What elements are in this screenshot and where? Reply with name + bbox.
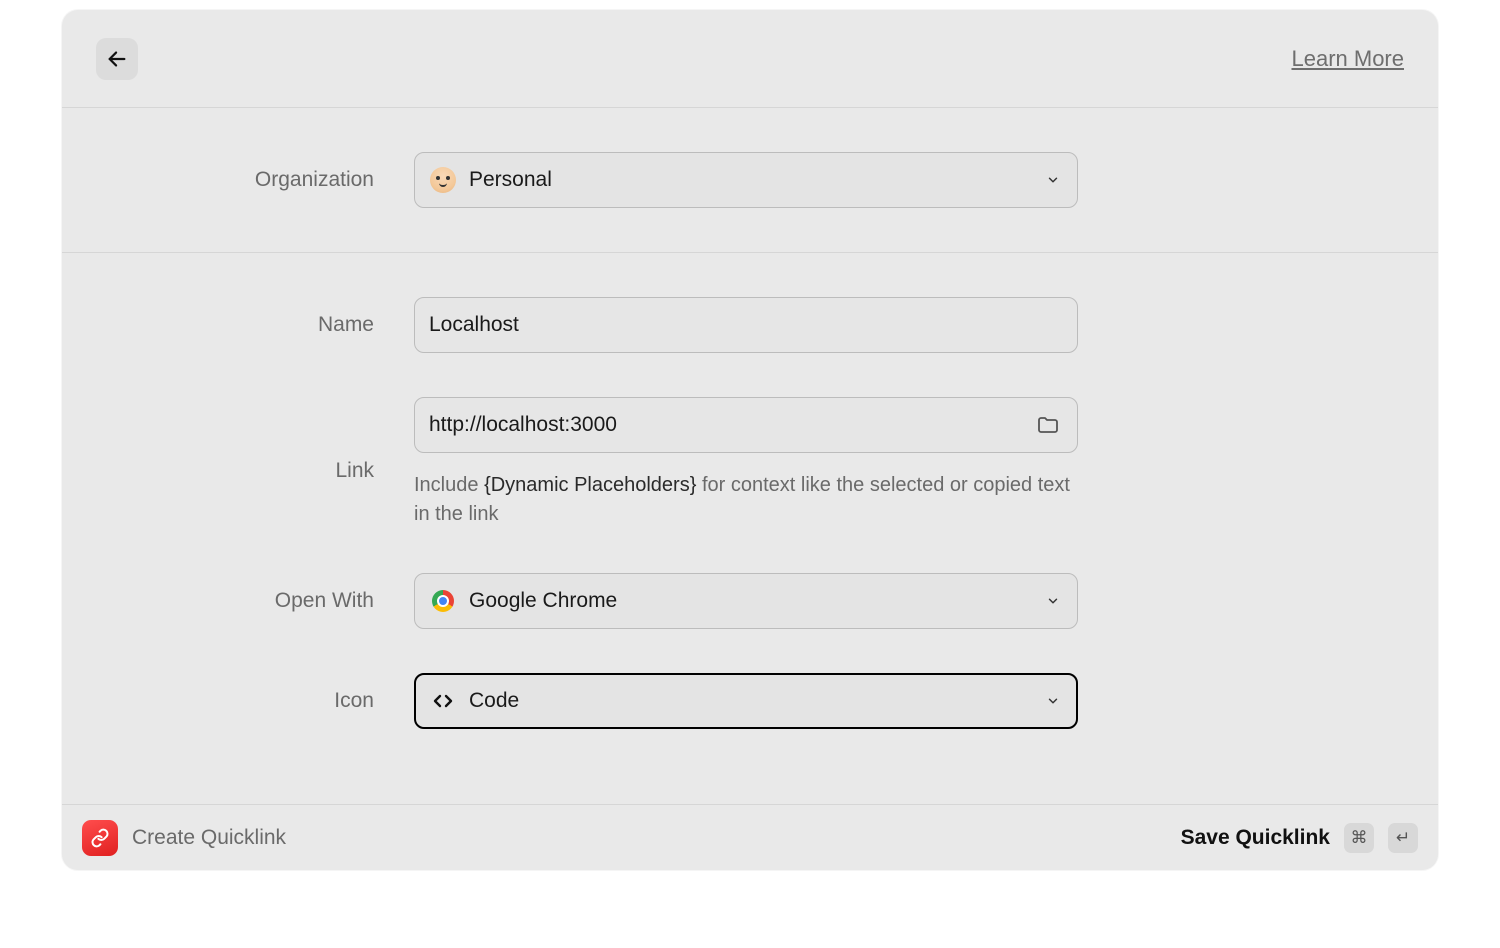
chevron-down-icon — [1043, 591, 1063, 611]
organization-value: Personal — [469, 168, 1043, 192]
link-value: http://localhost:3000 — [429, 413, 1033, 437]
shortcut-enter-key: ↵ — [1388, 823, 1418, 853]
header: Learn More — [62, 10, 1438, 108]
link-label: Link — [96, 443, 414, 483]
create-quicklink-window: Learn More Organization Personal — [62, 10, 1438, 870]
name-label: Name — [96, 313, 414, 337]
section-organization: Organization Personal — [62, 108, 1438, 253]
shortcut-cmd-key: ⌘ — [1344, 823, 1374, 853]
icon-value: Code — [469, 689, 1043, 713]
folder-icon — [1036, 413, 1060, 437]
section-details: Name Localhost Link http://localhost:300… — [62, 253, 1438, 773]
form-body: Organization Personal Name L — [62, 108, 1438, 870]
organization-label: Organization — [96, 168, 414, 192]
browse-folder-button[interactable] — [1033, 410, 1063, 440]
avatar-icon — [429, 166, 457, 194]
name-value: Localhost — [429, 313, 1063, 337]
open-with-select[interactable]: Google Chrome — [414, 573, 1078, 629]
icon-label: Icon — [96, 689, 414, 713]
chevron-down-icon — [1043, 691, 1063, 711]
chevron-down-icon — [1043, 170, 1063, 190]
footer-title: Create Quicklink — [132, 826, 286, 850]
name-input[interactable]: Localhost — [414, 297, 1078, 353]
arrow-left-icon — [106, 48, 128, 70]
icon-select[interactable]: Code — [414, 673, 1078, 729]
footer: Create Quicklink Save Quicklink ⌘ ↵ — [62, 804, 1438, 870]
quicklink-badge — [82, 820, 118, 856]
save-quicklink-action[interactable]: Save Quicklink ⌘ ↵ — [1181, 823, 1418, 853]
open-with-value: Google Chrome — [469, 589, 1043, 613]
save-quicklink-label: Save Quicklink — [1181, 826, 1330, 850]
back-button[interactable] — [96, 38, 138, 80]
open-with-label: Open With — [96, 589, 414, 613]
link-hint-placeholders: {Dynamic Placeholders} — [484, 474, 696, 496]
link-icon — [90, 828, 110, 848]
chrome-icon — [429, 587, 457, 615]
code-icon — [429, 687, 457, 715]
learn-more-link[interactable]: Learn More — [1291, 46, 1404, 72]
organization-select[interactable]: Personal — [414, 152, 1078, 208]
link-input[interactable]: http://localhost:3000 — [414, 397, 1078, 453]
link-hint: Include {Dynamic Placeholders} for conte… — [414, 471, 1078, 529]
